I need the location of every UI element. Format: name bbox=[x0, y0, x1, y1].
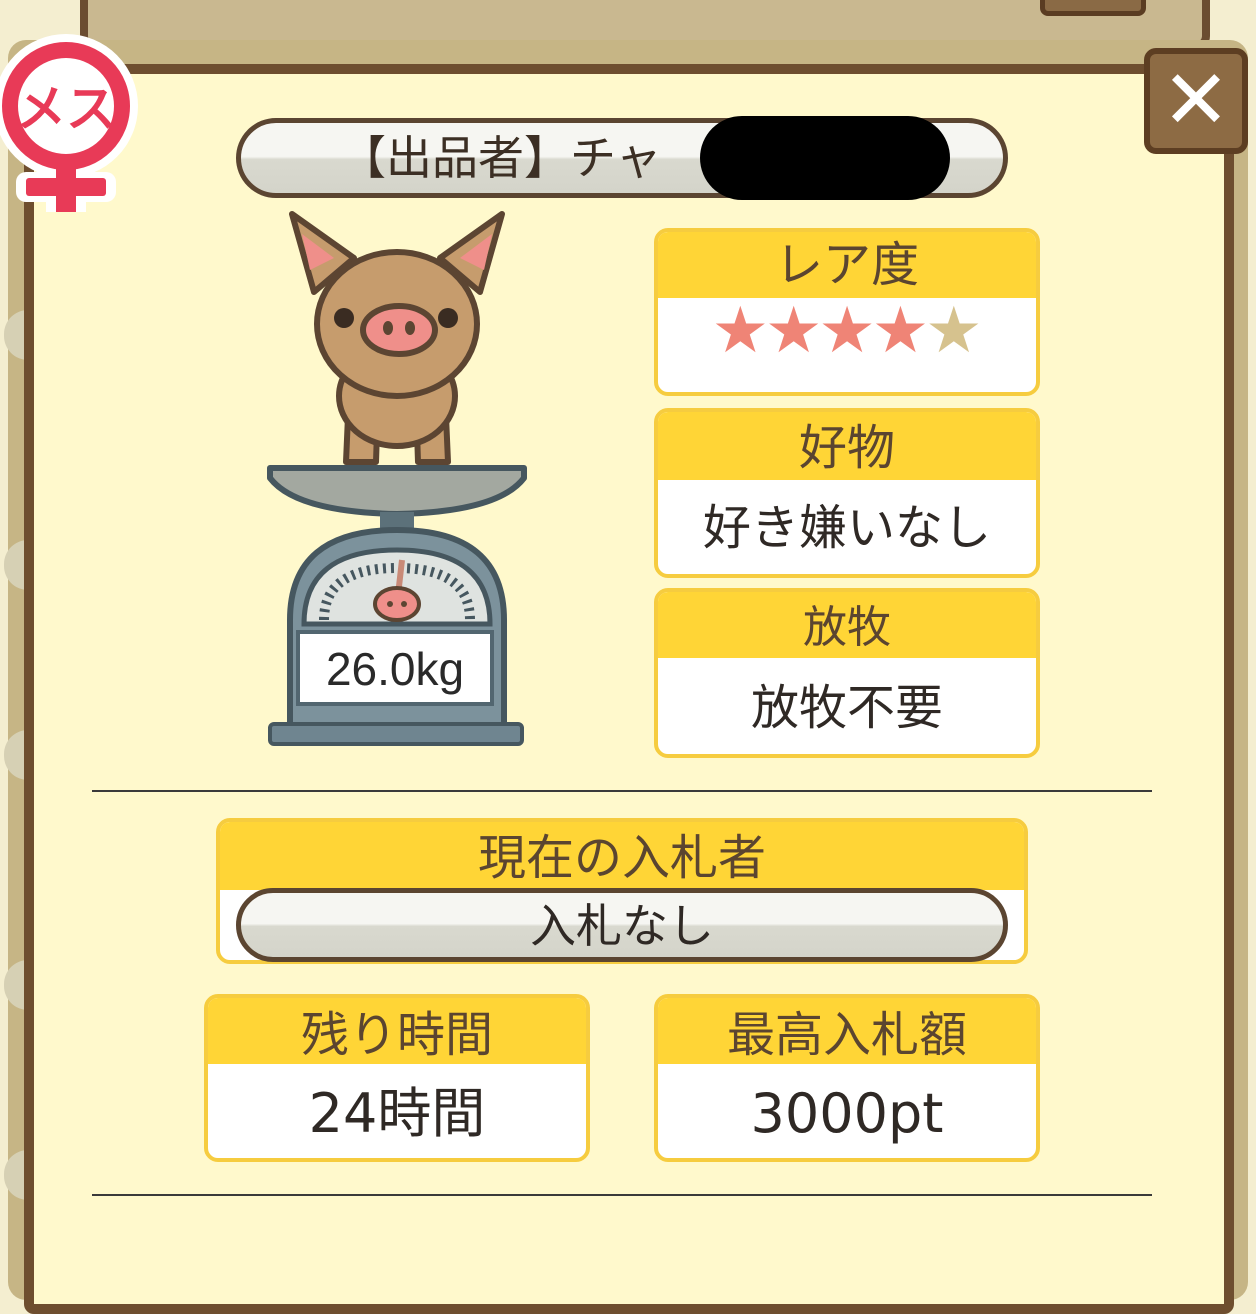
section-divider bbox=[92, 790, 1152, 792]
grazing-card: 放牧 放牧不要 bbox=[654, 588, 1040, 758]
close-icon: ✕ bbox=[1161, 53, 1231, 148]
close-button[interactable]: ✕ bbox=[1144, 48, 1248, 154]
remaining-value: 24時間 bbox=[308, 1082, 486, 1145]
badge-label: メス bbox=[16, 80, 116, 138]
header-button[interactable] bbox=[1040, 0, 1146, 16]
female-symbol-icon: メス bbox=[0, 34, 138, 214]
remaining-title: 残り時間 bbox=[208, 998, 586, 1064]
seller-label: 【出品者】チャ bbox=[340, 131, 662, 185]
top-bid-title: 最高入札額 bbox=[658, 998, 1036, 1064]
star-empty-icon: ★ bbox=[925, 294, 983, 368]
top-bid-card: 最高入札額 3000pt bbox=[654, 994, 1040, 1162]
grazing-title: 放牧 bbox=[658, 592, 1036, 658]
star-filled-icon: ★ bbox=[818, 294, 876, 368]
rarity-stars: ★★★★★ bbox=[658, 298, 1036, 392]
bidder-title: 現在の入札者 bbox=[220, 822, 1024, 890]
rarity-card: レア度 ★★★★★ bbox=[654, 228, 1040, 396]
grazing-value: 放牧不要 bbox=[750, 680, 943, 736]
remaining-time-card: 残り時間 24時間 bbox=[204, 994, 590, 1162]
weight-readout: 26.0kg bbox=[296, 630, 494, 706]
star-filled-icon: ★ bbox=[871, 294, 930, 368]
bidder-value: 入札なし bbox=[236, 888, 1008, 962]
female-badge: メス bbox=[0, 22, 144, 214]
favorite-value: 好き嫌いなし bbox=[702, 500, 991, 556]
star-filled-icon: ★ bbox=[764, 294, 823, 368]
top-bid-value: 3000pt bbox=[750, 1082, 944, 1145]
redacted-seller-name bbox=[700, 116, 950, 200]
favorite-food-card: 好物 好き嫌いなし bbox=[654, 408, 1040, 578]
section-divider bbox=[92, 1194, 1152, 1196]
rarity-title: レア度 bbox=[658, 232, 1036, 298]
star-filled-icon: ★ bbox=[711, 294, 769, 368]
favorite-title: 好物 bbox=[658, 412, 1036, 480]
